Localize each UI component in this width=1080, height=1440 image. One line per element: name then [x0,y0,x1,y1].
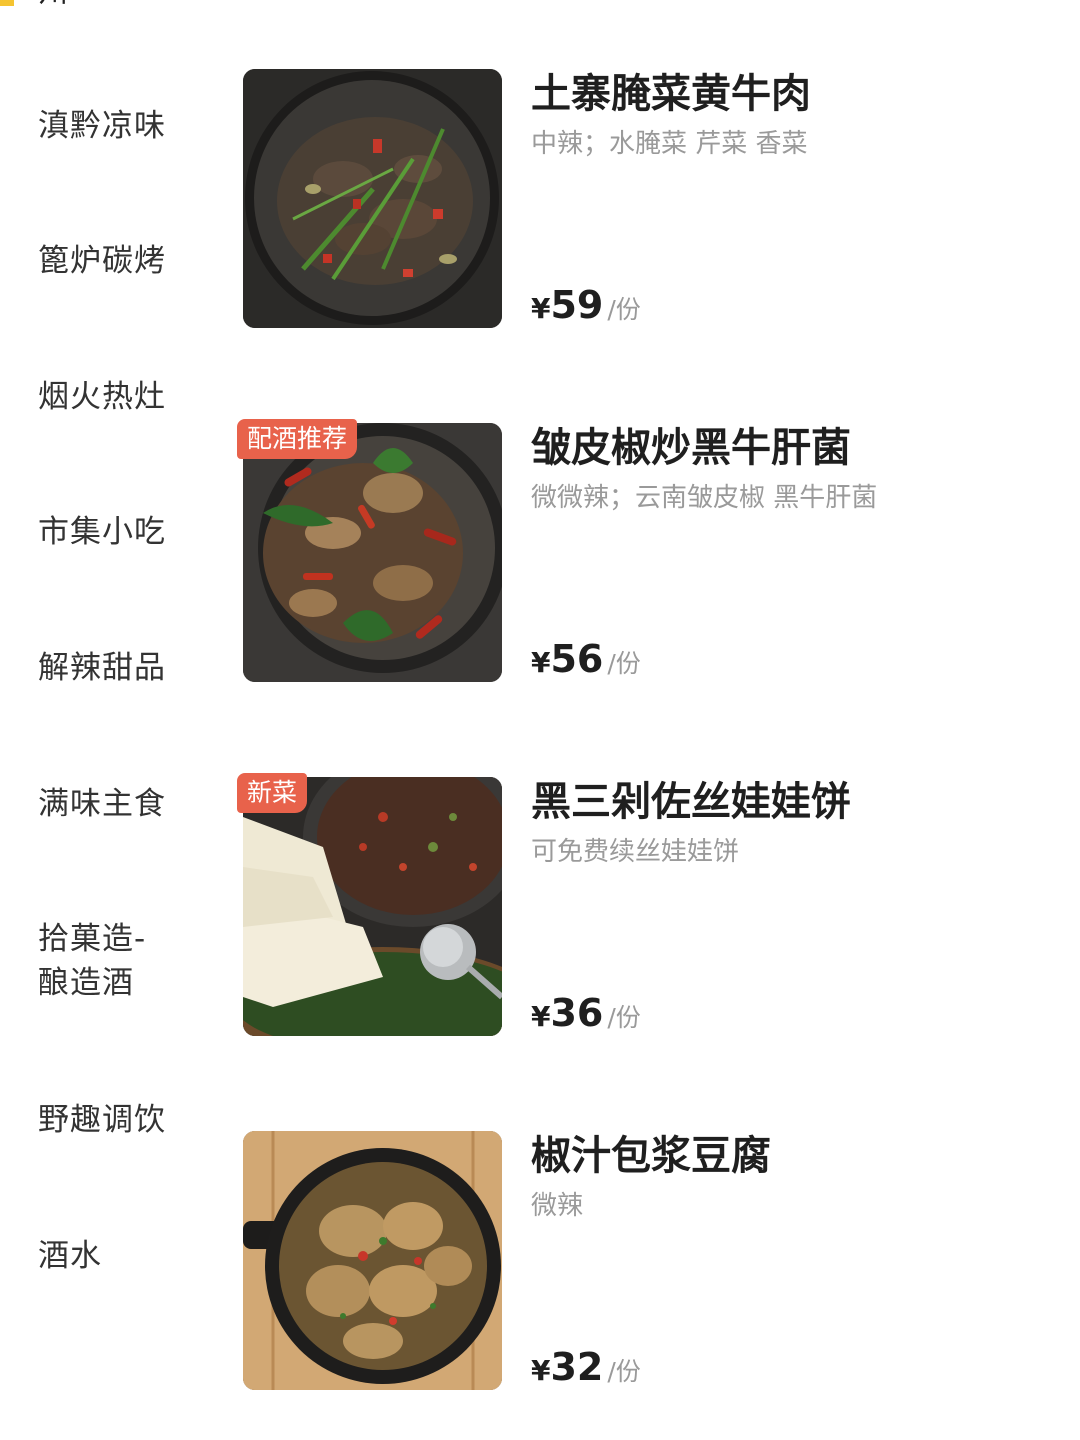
dish-description: 微微辣；云南皱皮椒 黑牛肝菌 [531,483,878,513]
price-unit: /份 [607,649,641,678]
minced-pork-with-pancakes-icon[interactable] [243,777,502,1036]
sidebar-item-liquor[interactable]: 酒水 [38,1234,102,1278]
sidebar-item-desserts[interactable]: 解辣甜品 [38,646,166,690]
price-amount: 56 [550,637,604,681]
dish-name: 黑三剁佐丝娃娃饼 [531,779,851,825]
dish-description: 微辣 [531,1191,584,1221]
stir-fried-beef-icon[interactable] [243,69,502,328]
dish-name: 土寨腌菜黄牛肉 [531,71,811,117]
sidebar-item-hot-stove[interactable]: 烟火热灶 [38,375,166,419]
dish-card[interactable]: 配酒推荐 皱皮椒炒黑牛肝菌 微微辣；云南皱皮椒 黑牛肝菌 ¥56/份 [237,419,1043,683]
currency-symbol: ¥ [531,292,551,325]
sidebar-item-snacks[interactable]: 市集小吃 [38,510,166,554]
price-unit: /份 [607,1357,641,1386]
dish-description: 中辣；水腌菜 芹菜 香菜 [531,129,808,159]
tag-badge: 配酒推荐 [237,419,358,459]
tag-badge: 新菜 [237,773,308,813]
category-sidebar: 滇黔凉味 篦炉碳烤 烟火热灶 市集小吃 解辣甜品 满味主食 拾菓造- 酿造酒 野… [0,0,210,1440]
dish-card[interactable]: 新菜 黑三剁佐丝娃娃饼 可免费续丝娃娃饼 ¥36/份 [237,773,1043,1037]
sidebar-item-brewed-wine[interactable]: 拾菓造- 酿造酒 [38,917,146,1005]
mushroom-chili-stirfry-icon[interactable] [243,423,502,682]
dish-description: 可免费续丝娃娃饼 [531,837,740,867]
sidebar-item-grill[interactable]: 篦炉碳烤 [38,239,166,283]
price-amount: 32 [550,1345,604,1389]
dish-name: 椒汁包浆豆腐 [531,1133,771,1179]
currency-symbol: ¥ [531,646,551,679]
dish-name: 皱皮椒炒黑牛肝菌 [531,425,851,471]
tofu-in-pepper-sauce-icon[interactable] [243,1131,502,1390]
currency-symbol: ¥ [531,1354,551,1387]
price-unit: /份 [607,295,641,324]
price-amount: 36 [550,991,604,1035]
sidebar-item-staples[interactable]: 满味主食 [38,782,166,826]
dish-card[interactable]: 椒汁包浆豆腐 微辣 ¥32/份 [243,1131,1043,1391]
dish-price: ¥32/份 [531,1345,641,1397]
currency-symbol: ¥ [531,1000,551,1033]
dish-card[interactable]: 土寨腌菜黄牛肉 中辣；水腌菜 芹菜 香菜 ¥59/份 [243,69,1043,329]
dish-price: ¥36/份 [531,991,641,1043]
price-unit: /份 [607,1003,641,1032]
price-amount: 59 [550,283,604,327]
dish-price: ¥56/份 [531,637,641,689]
dish-price: ¥59/份 [531,283,641,335]
sidebar-item-cold-dishes[interactable]: 滇黔凉味 [38,104,166,148]
sidebar-item-drinks[interactable]: 野趣调饮 [38,1098,166,1142]
